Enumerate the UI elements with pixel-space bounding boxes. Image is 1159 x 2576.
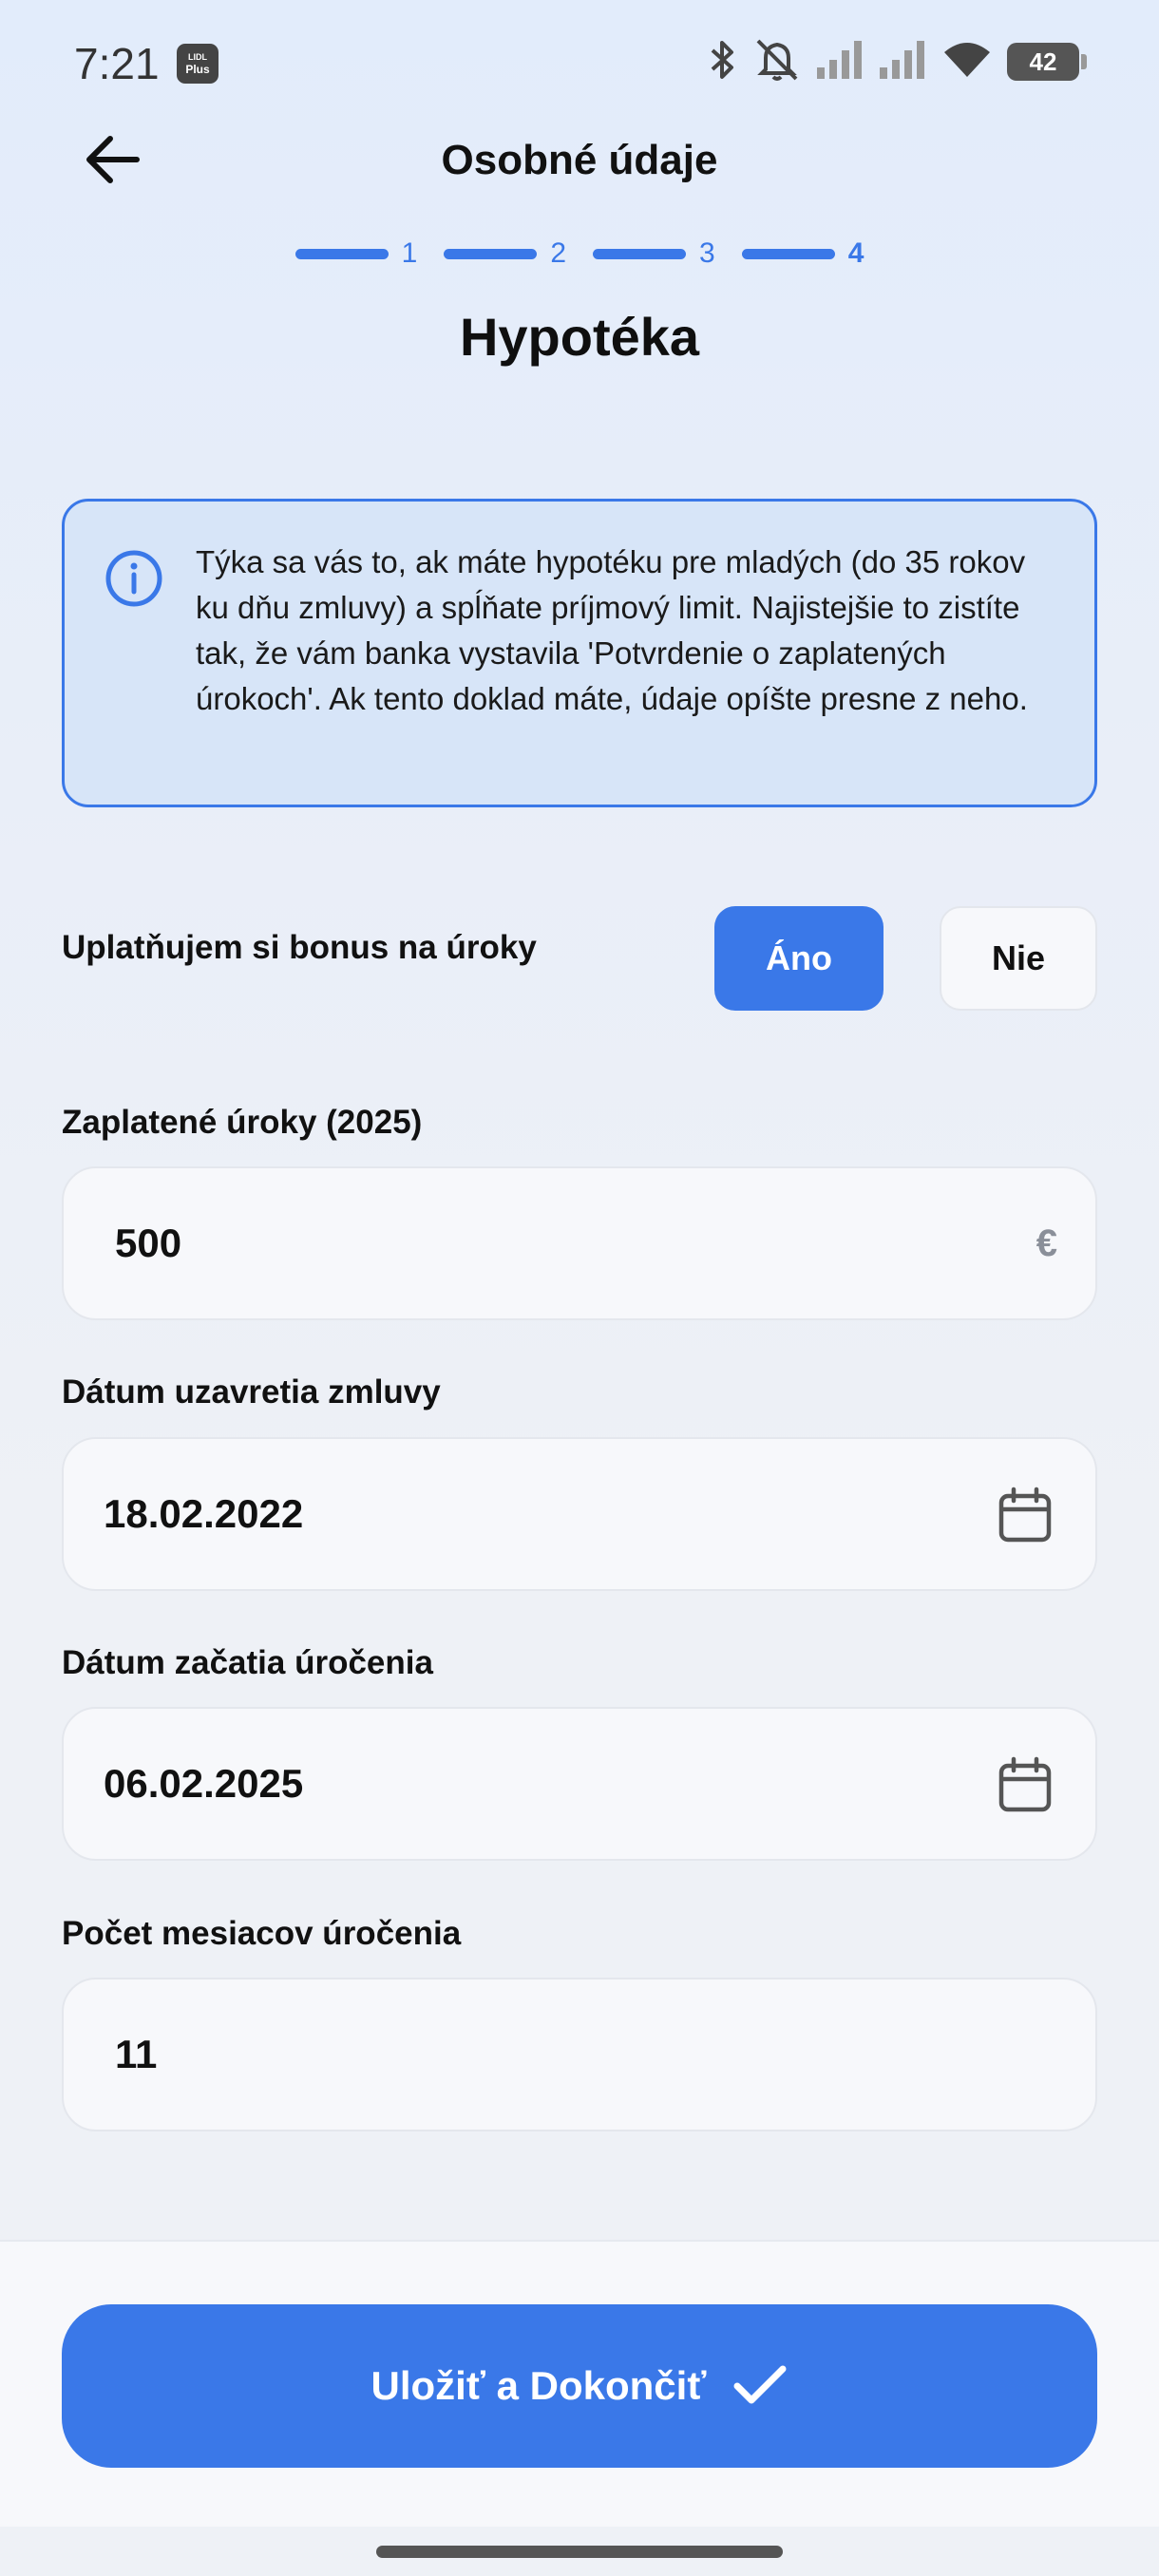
info-icon bbox=[104, 549, 163, 613]
progress-stepper: 1 2 3 4 bbox=[0, 237, 1159, 270]
info-box: Týka sa vás to, ak máte hypotéku pre mla… bbox=[62, 499, 1097, 807]
step-1: 1 bbox=[294, 237, 418, 270]
step-bar bbox=[593, 248, 686, 259]
info-text: Týka sa vás to, ak máte hypotéku pre mla… bbox=[196, 544, 1028, 716]
contract-date-field[interactable]: 18.02.2022 bbox=[62, 1437, 1097, 1591]
no-button[interactable]: Nie bbox=[940, 906, 1097, 1011]
yes-button[interactable]: Áno bbox=[714, 906, 884, 1011]
step-4: 4 bbox=[741, 237, 864, 270]
app-badge-line2: Plus bbox=[185, 63, 210, 76]
battery-icon: 42 bbox=[1007, 43, 1087, 81]
step-bar bbox=[741, 248, 835, 259]
save-and-finish-button[interactable]: Uložiť a Dokončiť bbox=[62, 2304, 1097, 2468]
months-count-value: 11 bbox=[115, 2032, 158, 2076]
section-title: Hypotéka bbox=[459, 307, 700, 367]
status-bar: 7:21 LIDL Plus 42 bbox=[0, 0, 1159, 123]
bell-muted-icon bbox=[752, 37, 802, 87]
currency-suffix: € bbox=[1036, 1222, 1057, 1264]
step-bar bbox=[294, 248, 389, 259]
step-number: 2 bbox=[550, 237, 566, 269]
save-and-finish-label: Uložiť a Dokončiť bbox=[370, 2363, 707, 2408]
step-number: 1 bbox=[401, 237, 418, 269]
bottom-action-bar: Uložiť a Dokončiť bbox=[0, 2240, 1159, 2527]
status-icons: 42 bbox=[707, 37, 1087, 87]
step-number: 3 bbox=[699, 237, 715, 269]
signal-icon bbox=[878, 39, 927, 85]
page-title: Osobné údaje bbox=[441, 137, 718, 183]
interest-paid-value: 500 bbox=[115, 1221, 182, 1265]
step-bar bbox=[444, 248, 538, 259]
contract-date-label: Dátum uzavretia zmluvy bbox=[62, 1373, 441, 1411]
interest-start-date-field[interactable]: 06.02.2025 bbox=[62, 1707, 1097, 1861]
interest-start-date-label: Dátum začatia úročenia bbox=[62, 1644, 433, 1681]
months-count-label: Počet mesiacov úročenia bbox=[62, 1915, 462, 1952]
bluetooth-icon bbox=[707, 37, 739, 87]
step-number-current: 4 bbox=[847, 237, 864, 269]
home-indicator[interactable] bbox=[376, 2546, 783, 2558]
step-2: 2 bbox=[444, 237, 566, 270]
lidl-plus-app-icon: LIDL Plus bbox=[177, 44, 218, 84]
step-3: 3 bbox=[593, 237, 715, 270]
checkmark-icon bbox=[732, 2363, 788, 2410]
status-time: 7:21 bbox=[74, 39, 160, 88]
calendar-icon[interactable] bbox=[997, 1487, 1054, 1550]
months-count-field[interactable]: 11 bbox=[62, 1978, 1097, 2131]
bonus-toggle-label: Uplatňujem si bonus na úroky bbox=[62, 929, 537, 966]
wifi-icon bbox=[940, 39, 994, 85]
signal-icon bbox=[815, 39, 864, 85]
interest-paid-label: Zaplatené úroky (2025) bbox=[62, 1104, 423, 1141]
calendar-icon[interactable] bbox=[997, 1756, 1054, 1820]
interest-start-date-value: 06.02.2025 bbox=[104, 1761, 304, 1806]
interest-paid-field[interactable]: 500 € bbox=[62, 1166, 1097, 1320]
contract-date-value: 18.02.2022 bbox=[104, 1491, 304, 1536]
